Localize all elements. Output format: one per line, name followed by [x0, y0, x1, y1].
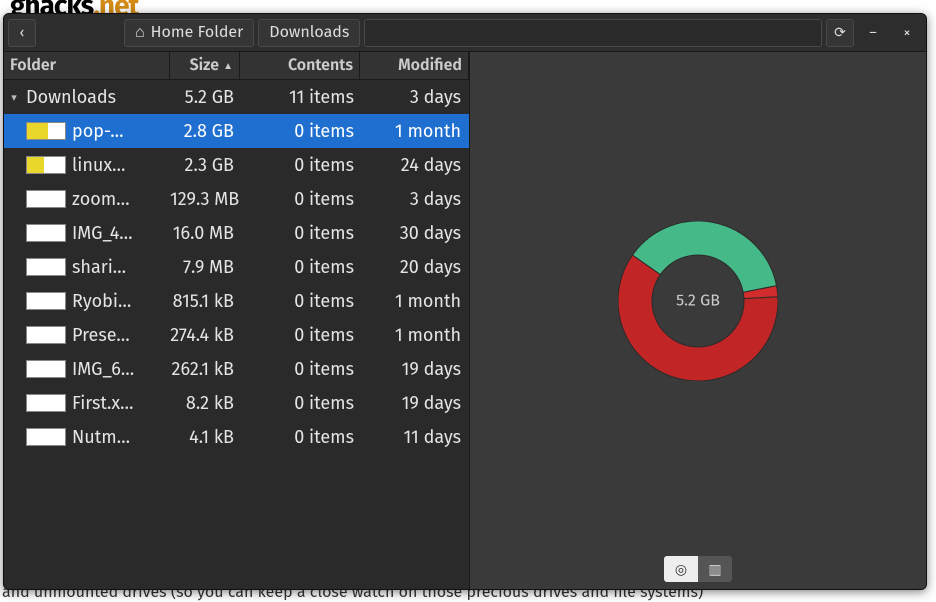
row-size: 8.2 kB — [170, 392, 240, 414]
row-size: 16.0 MB — [170, 222, 240, 244]
location-bar[interactable] — [364, 19, 822, 47]
row-contents: 0 items — [240, 290, 360, 312]
row-modified: 3 days — [360, 86, 469, 108]
header-contents[interactable]: Contents — [240, 52, 360, 79]
row-name: Nutm… — [72, 426, 130, 448]
size-swatch — [26, 428, 66, 446]
table-row[interactable]: pop-… 2.8 GB0 items1 month — [4, 114, 469, 148]
view-toggle: ◎ ▥ — [470, 549, 926, 589]
row-size: 7.9 MB — [170, 256, 240, 278]
view-treemap-button[interactable]: ▥ — [698, 556, 732, 582]
titlebar: ‹ ⌂ Home Folder Downloads ⟳ – × — [4, 14, 926, 52]
close-icon: × — [904, 24, 911, 41]
header-modified[interactable]: Modified — [360, 52, 469, 79]
size-swatch — [26, 326, 66, 344]
size-swatch — [26, 122, 66, 140]
breadcrumb-current[interactable]: Downloads — [258, 19, 360, 47]
home-icon: ⌂ — [135, 23, 145, 42]
table-row[interactable]: Prese… 274.4 kB0 items1 month — [4, 318, 469, 352]
row-contents: 11 items — [240, 86, 360, 108]
row-name: zoom… — [72, 188, 129, 210]
row-size: 815.1 kB — [170, 290, 240, 312]
table-row[interactable]: IMG_6… 262.1 kB0 items19 days — [4, 352, 469, 386]
row-name: shari… — [72, 256, 126, 278]
row-modified: 24 days — [360, 154, 469, 176]
breadcrumb-home[interactable]: ⌂ Home Folder — [124, 19, 254, 47]
column-headers: Folder Size▲ Contents Modified — [4, 52, 469, 80]
row-name: pop-… — [72, 120, 124, 142]
ring-chart[interactable]: 5.2 GB — [470, 52, 926, 549]
row-modified: 1 month — [360, 324, 469, 346]
table-row[interactable]: First.x… 8.2 kB0 items19 days — [4, 386, 469, 420]
close-button[interactable]: × — [892, 19, 922, 47]
size-swatch — [26, 258, 66, 276]
size-swatch — [26, 360, 66, 378]
row-modified: 11 days — [360, 426, 469, 448]
size-swatch — [26, 394, 66, 412]
table-row[interactable]: IMG_4… 16.0 MB0 items30 days — [4, 216, 469, 250]
row-contents: 0 items — [240, 120, 360, 142]
minimize-button[interactable]: – — [858, 19, 888, 47]
row-name: First.x… — [72, 392, 133, 414]
row-contents: 0 items — [240, 188, 360, 210]
file-tree-pane: Folder Size▲ Contents Modified ▾ Download… — [4, 52, 470, 589]
row-size: 4.1 kB — [170, 426, 240, 448]
table-row[interactable]: Nutm… 4.1 kB0 items11 days — [4, 420, 469, 454]
row-name: Downloads — [26, 86, 116, 108]
row-contents: 0 items — [240, 392, 360, 414]
chart-center-label: 5.2 GB — [676, 291, 720, 310]
row-modified: 19 days — [360, 392, 469, 414]
breadcrumb-current-label: Downloads — [269, 23, 349, 42]
minimize-icon: – — [869, 24, 876, 41]
rings-icon: ◎ — [675, 561, 687, 578]
row-modified: 1 month — [360, 290, 469, 312]
table-row-root[interactable]: ▾ Downloads 5.2 GB 11 items 3 days — [4, 80, 469, 114]
row-modified: 20 days — [360, 256, 469, 278]
row-contents: 0 items — [240, 154, 360, 176]
rows-container[interactable]: ▾ Downloads 5.2 GB 11 items 3 days pop-… 2… — [4, 80, 469, 589]
row-size: 2.3 GB — [170, 154, 240, 176]
table-row[interactable]: linux… 2.3 GB0 items24 days — [4, 148, 469, 182]
row-contents: 0 items — [240, 358, 360, 380]
sort-asc-icon: ▲ — [223, 60, 233, 72]
row-modified: 19 days — [360, 358, 469, 380]
treemap-icon: ▥ — [708, 561, 721, 578]
breadcrumb-home-label: Home Folder — [151, 23, 244, 42]
row-name: linux… — [72, 154, 125, 176]
chart-pane: 5.2 GB ◎ ▥ — [470, 52, 926, 589]
expander-icon[interactable]: ▾ — [8, 91, 20, 104]
row-modified: 1 month — [360, 120, 469, 142]
size-swatch — [26, 224, 66, 242]
size-swatch — [26, 190, 66, 208]
row-name: Ryobi… — [72, 290, 131, 312]
table-row[interactable]: shari… 7.9 MB0 items20 days — [4, 250, 469, 284]
view-rings-button[interactable]: ◎ — [664, 556, 698, 582]
row-contents: 0 items — [240, 222, 360, 244]
row-size: 274.4 kB — [170, 324, 240, 346]
disk-usage-analyzer-window: ‹ ⌂ Home Folder Downloads ⟳ – × Folder S… — [3, 13, 927, 590]
row-name: IMG_6… — [72, 358, 134, 380]
row-contents: 0 items — [240, 256, 360, 278]
row-size: 5.2 GB — [170, 86, 240, 108]
row-contents: 0 items — [240, 426, 360, 448]
row-size: 262.1 kB — [170, 358, 240, 380]
row-name: Prese… — [72, 324, 130, 346]
row-size: 2.8 GB — [170, 120, 240, 142]
window-body: Folder Size▲ Contents Modified ▾ Download… — [4, 52, 926, 589]
header-size[interactable]: Size▲ — [170, 52, 240, 79]
row-size: 129.3 MB — [170, 188, 240, 210]
back-button[interactable]: ‹ — [8, 19, 36, 47]
row-modified: 30 days — [360, 222, 469, 244]
table-row[interactable]: Ryobi… 815.1 kB0 items1 month — [4, 284, 469, 318]
refresh-button[interactable]: ⟳ — [826, 19, 854, 47]
refresh-icon: ⟳ — [834, 24, 846, 41]
header-folder[interactable]: Folder — [4, 52, 170, 79]
row-modified: 3 days — [360, 188, 469, 210]
size-swatch — [26, 156, 66, 174]
row-name: IMG_4… — [72, 222, 133, 244]
chevron-left-icon: ‹ — [20, 24, 25, 41]
size-swatch — [26, 292, 66, 310]
table-row[interactable]: zoom… 129.3 MB0 items3 days — [4, 182, 469, 216]
row-contents: 0 items — [240, 324, 360, 346]
